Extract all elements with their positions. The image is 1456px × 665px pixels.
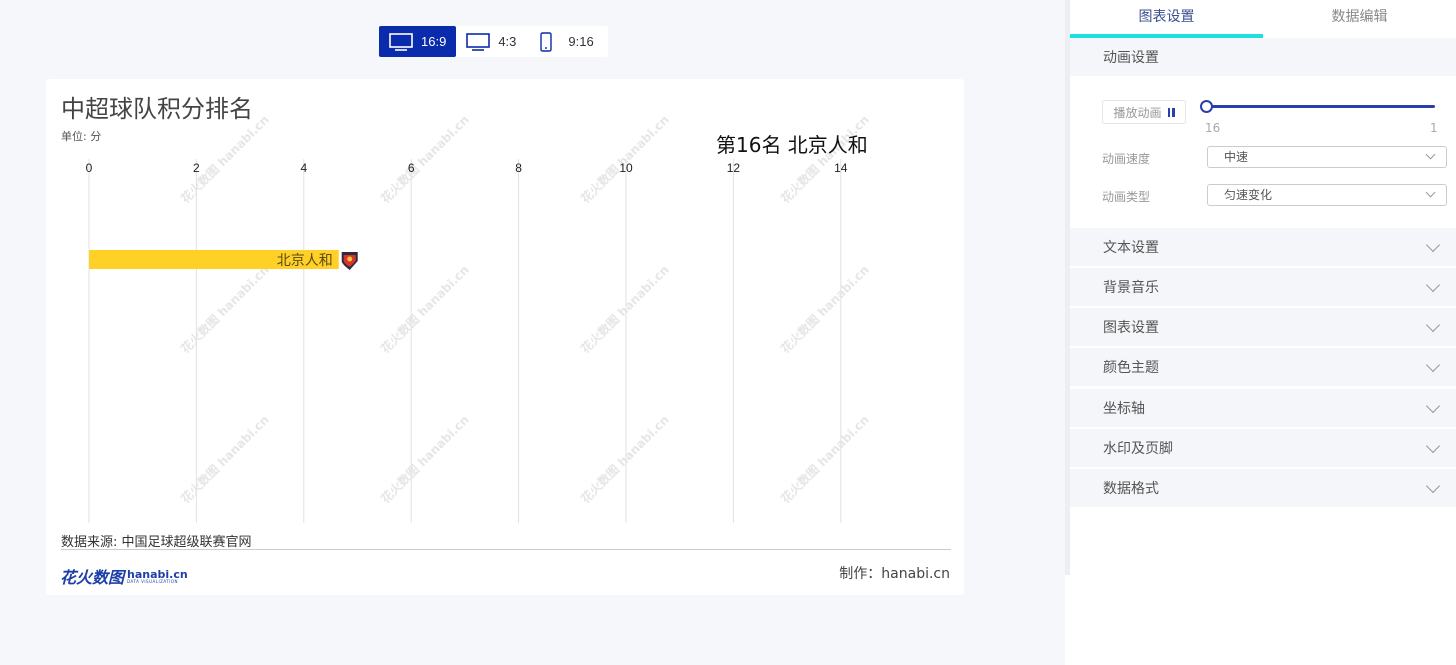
- slider-max-label: 1: [1430, 121, 1438, 135]
- play-animation-button[interactable]: 播放动画: [1102, 100, 1186, 124]
- hanabi-logo: 花火数图 hanabi.cn DATA VISUALIZATION: [60, 564, 188, 588]
- section-background-music[interactable]: 背景音乐: [1070, 268, 1456, 306]
- play-animation-label: 播放动画: [1113, 105, 1162, 120]
- x-tick-label: 4: [300, 161, 307, 175]
- aspect-4-3-button[interactable]: 4:3: [456, 26, 526, 57]
- type-value: 匀速变化: [1224, 188, 1273, 202]
- x-tick-label: 8: [515, 161, 522, 175]
- section-data-format[interactable]: 数据格式: [1070, 469, 1456, 507]
- section-animation-label: 动画设置: [1103, 50, 1159, 66]
- chart-card: 花火数图 hanabi.cn 花火数图 hanabi.cn 花火数图 hanabi.…: [46, 79, 964, 595]
- logo-en-subtext: DATA VISUALIZATION: [127, 578, 179, 584]
- speed-value: 中速: [1224, 150, 1249, 164]
- watermark-text: 花火数图 hanabi.cn: [378, 262, 472, 356]
- watermark-text: 花火数图 hanabi.cn: [778, 112, 872, 206]
- type-select[interactable]: 匀速变化: [1207, 184, 1447, 206]
- animation-settings-body: 播放动画 16 1 动画速度 中速 动画类型 匀速变化: [1070, 76, 1456, 226]
- tab-chart-settings[interactable]: 图表设置: [1070, 0, 1263, 38]
- watermark-text: 花火数图 hanabi.cn: [578, 112, 672, 206]
- x-tick-label: 0: [86, 161, 93, 175]
- x-tick-label: 6: [408, 161, 415, 175]
- bar-label: 北京人和: [277, 253, 333, 269]
- watermark-text: 花火数图 hanabi.cn: [178, 112, 272, 206]
- rank-label: 第16名 北京人和: [716, 133, 868, 157]
- watermark-text: 花火数图 hanabi.cn: [378, 412, 472, 506]
- section-chart-settings[interactable]: 图表设置: [1070, 308, 1456, 346]
- watermark-text: 花火数图 hanabi.cn: [578, 262, 672, 356]
- slider-min-label: 16: [1205, 121, 1221, 135]
- watermark-text: 花火数图 hanabi.cn: [378, 112, 472, 206]
- watermark-text: 花火数图 hanabi.cn: [778, 262, 872, 356]
- x-tick-label: 14: [834, 161, 848, 175]
- chevron-down-icon: [1425, 398, 1441, 413]
- monitor-icon: [466, 32, 491, 51]
- section-label: 背景音乐: [1103, 280, 1159, 296]
- section-label: 数据格式: [1103, 481, 1159, 497]
- unit-label: 单位: 分: [61, 130, 102, 143]
- section-color-theme[interactable]: 颜色主题: [1070, 348, 1456, 386]
- section-watermark-footer[interactable]: 水印及页脚: [1070, 429, 1456, 467]
- section-text-settings[interactable]: 文本设置: [1070, 228, 1456, 266]
- chevron-down-icon: [1425, 149, 1436, 160]
- aspect-16-9-button[interactable]: 16:9: [379, 26, 457, 57]
- section-axis[interactable]: 坐标轴: [1070, 389, 1456, 427]
- type-label: 动画类型: [1102, 190, 1151, 204]
- chevron-down-icon: [1425, 237, 1441, 252]
- chevron-down-icon: [1425, 317, 1441, 332]
- chevron-down-icon: [1425, 357, 1441, 372]
- aspect-9-16-button[interactable]: 9:16: [526, 26, 607, 57]
- data-source-label: 数据来源: 中国足球超级联赛官网: [61, 535, 252, 550]
- section-label: 文本设置: [1103, 240, 1159, 256]
- chart-title: 中超球队积分排名: [61, 95, 253, 123]
- watermark-text: 花火数图 hanabi.cn: [178, 412, 272, 506]
- section-label: 图表设置: [1103, 320, 1159, 336]
- phone-icon: [540, 31, 553, 52]
- aspect-9-16-label: 9:16: [568, 34, 594, 49]
- watermark-text: 花火数图 hanabi.cn: [578, 412, 672, 506]
- x-tick-label: 2: [193, 161, 200, 175]
- chevron-down-icon: [1425, 438, 1441, 453]
- panel-tabs: 图表设置 数据编辑: [1070, 0, 1456, 38]
- aspect-4-3-label: 4:3: [498, 34, 517, 49]
- footer-divider: [61, 549, 951, 550]
- section-label: 坐标轴: [1103, 401, 1145, 417]
- section-animation-header[interactable]: 动画设置: [1070, 38, 1456, 76]
- tab-data-edit[interactable]: 数据编辑: [1263, 0, 1456, 38]
- aspect-ratio-switcher: 16:9 4:3 9:16: [379, 26, 608, 57]
- speed-select[interactable]: 中速: [1207, 146, 1447, 168]
- settings-panel: 图表设置 数据编辑 动画设置 播放动画 16 1 动画速度 中速 动画类型 匀速…: [1065, 0, 1456, 665]
- chevron-down-icon: [1425, 478, 1441, 493]
- section-label: 颜色主题: [1103, 360, 1159, 376]
- animation-slider-thumb[interactable]: [1200, 100, 1213, 113]
- chevron-down-icon: [1425, 187, 1436, 198]
- pause-icon: [1167, 107, 1175, 117]
- aspect-16-9-label: 16:9: [421, 34, 447, 49]
- watermark-text: 花火数图 hanabi.cn: [178, 262, 272, 356]
- logo-en-text: hanabi.cn: [127, 567, 188, 581]
- watermark-text: 花火数图 hanabi.cn: [778, 412, 872, 506]
- panel-edge: [1065, 0, 1070, 575]
- x-tick-label: 12: [727, 161, 741, 175]
- speed-label: 动画速度: [1102, 152, 1151, 166]
- animation-slider-track[interactable]: [1205, 105, 1435, 108]
- chevron-down-icon: [1425, 277, 1441, 292]
- monitor-wide-icon: [389, 32, 413, 51]
- maker-label: 制作：hanabi.cn: [839, 566, 950, 582]
- team-crest-icon: [341, 252, 358, 270]
- logo-en: hanabi.cn DATA VISUALIZATION: [127, 569, 188, 584]
- x-tick-label: 10: [619, 161, 633, 175]
- logo-cn-text: 花火数图: [60, 568, 125, 587]
- section-label: 水印及页脚: [1103, 441, 1173, 457]
